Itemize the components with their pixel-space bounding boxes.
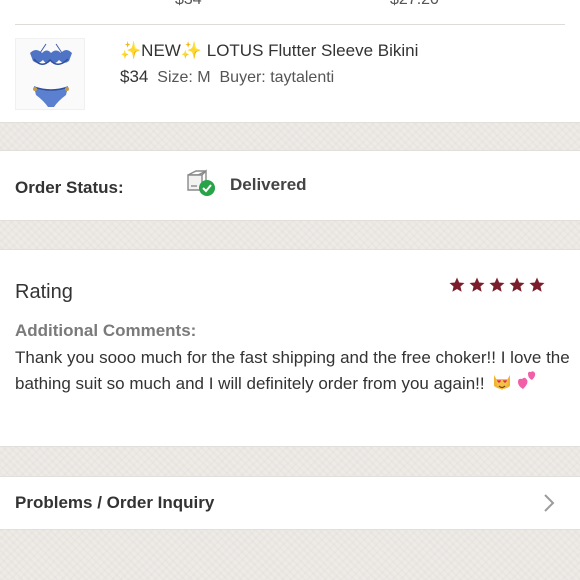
rating-label: Rating [15,281,73,303]
order-detail-page: $34 $27.20 ✨NEW✨ LOTUS Flutter Sleeve Bi… [0,0,580,580]
order-status-label: Order Status: [15,178,124,197]
package-delivered-icon [187,169,215,196]
item-title[interactable]: ✨NEW✨ LOTUS Flutter Sleeve Bikini [120,41,418,61]
item-name: LOTUS Flutter Sleeve Bikini [206,41,419,60]
item-size: Size: M [157,69,211,86]
two-hearts-emoji [515,370,539,399]
star-rating [448,276,550,296]
item-meta: $34 Size: M Buyer: taytalenti [120,67,334,87]
star-icon [529,277,545,292]
star-icon [489,277,505,292]
sparkles-icon: ✨ [120,41,142,60]
item-buyer: Buyer: taytalenti [219,69,335,86]
new-tag: NEW [141,41,181,60]
item-thumbnail[interactable] [15,38,85,110]
bikini-image [30,43,72,107]
star-icon [449,277,465,292]
price-summary-row: $34 $27.20 [0,0,580,24]
order-status-value: Delivered [230,175,307,194]
comment-body: Thank you sooo much for the fast shippin… [15,348,570,393]
earned-price-partial: $27.20 [390,0,439,9]
additional-comments-label: Additional Comments: [15,321,197,340]
star-icon [509,277,525,292]
divider [15,24,565,25]
original-price-partial: $34 [175,0,202,9]
item-price: $34 [120,67,149,86]
star-icon [469,277,485,292]
problems-inquiry-label: Problems / Order Inquiry [15,493,215,512]
sparkles-icon: ✨ [180,41,203,60]
comment-text: Thank you sooo much for the fast shippin… [15,345,570,399]
heart-eyes-cat-emoji [491,370,513,399]
chevron-right-icon[interactable] [542,492,556,514]
